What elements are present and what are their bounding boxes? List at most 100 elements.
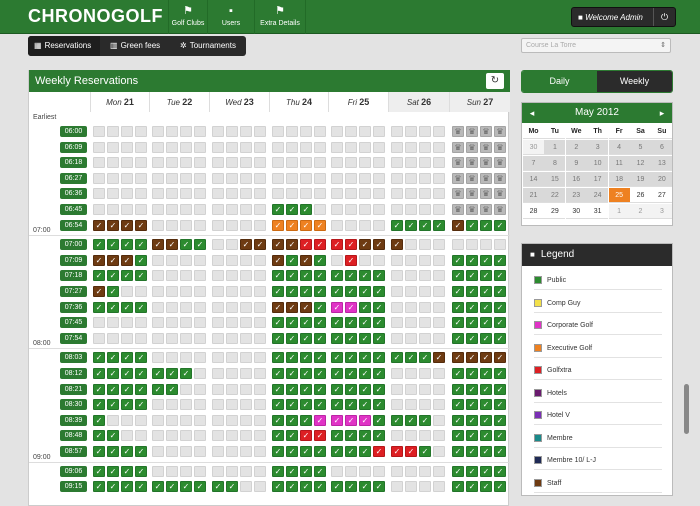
blocked-slot[interactable]: ♛ [494,157,506,169]
open-slot[interactable] [180,126,192,137]
booked-slot[interactable]: ✓ [300,414,312,426]
open-slot[interactable] [419,188,431,200]
booked-slot[interactable]: ✓ [466,270,478,282]
open-slot[interactable] [419,270,431,282]
booked-slot[interactable]: ✓ [272,368,284,379]
booked-slot[interactable]: ✓ [314,465,326,477]
booked-slot[interactable]: ✓ [300,352,312,364]
open-slot[interactable] [212,204,224,215]
open-slot[interactable] [194,126,206,137]
open-slot[interactable] [240,188,252,200]
booked-slot[interactable]: ✓ [107,430,119,442]
calendar-day[interactable]: 26 [630,188,651,203]
open-slot[interactable] [240,383,252,395]
calendar-day[interactable]: 21 [523,188,544,203]
open-slot[interactable] [226,188,238,200]
open-slot[interactable] [121,332,133,344]
open-slot[interactable] [240,141,252,153]
user-menu[interactable]: ■ Welcome Admin ⏻ [571,7,676,27]
open-slot[interactable] [93,172,105,184]
calendar-day[interactable]: 7 [523,156,544,171]
open-slot[interactable] [405,254,417,266]
open-slot[interactable] [135,332,147,344]
booked-slot[interactable]: ✓ [93,383,105,395]
booked-slot[interactable]: ✓ [345,399,357,411]
open-slot[interactable] [391,204,403,215]
booked-slot[interactable]: ✓ [300,219,312,231]
open-slot[interactable] [107,157,119,169]
booked-slot[interactable]: ✓ [314,399,326,411]
open-slot[interactable] [121,430,133,442]
open-slot[interactable] [331,157,343,169]
open-slot[interactable] [240,481,252,493]
open-slot[interactable] [226,254,238,266]
weekly-view-button[interactable]: Weekly [597,71,672,92]
open-slot[interactable] [180,204,192,215]
booked-slot[interactable]: ✓ [314,446,326,457]
blocked-slot[interactable]: ♛ [466,172,478,184]
open-slot[interactable] [373,204,385,215]
booked-slot[interactable]: ✓ [107,270,119,282]
open-slot[interactable] [466,239,478,251]
open-slot[interactable] [240,172,252,184]
open-slot[interactable] [152,254,164,266]
blocked-slot[interactable]: ♛ [452,188,464,200]
booked-slot[interactable]: ✓ [314,219,326,231]
booked-slot[interactable]: ✓ [107,481,119,493]
open-slot[interactable] [405,239,417,251]
open-slot[interactable] [433,465,445,477]
booked-slot[interactable]: ✓ [419,446,431,457]
open-slot[interactable] [135,126,147,137]
open-slot[interactable] [405,141,417,153]
booked-slot[interactable]: ✓ [466,414,478,426]
open-slot[interactable] [166,352,178,364]
tee-time-label[interactable]: 06:36 [60,188,87,200]
booked-slot[interactable]: ✓ [466,465,478,477]
booked-slot[interactable]: ✓ [373,317,385,329]
booked-slot[interactable]: ✓ [272,352,284,364]
open-slot[interactable] [135,172,147,184]
open-slot[interactable] [419,368,431,379]
open-slot[interactable] [135,204,147,215]
booked-slot[interactable]: ✓ [121,239,133,251]
calendar-day[interactable]: 1 [544,140,566,155]
booked-slot[interactable]: ✓ [480,430,492,442]
open-slot[interactable] [226,157,238,169]
open-slot[interactable] [433,141,445,153]
booked-slot[interactable]: ✓ [272,430,284,442]
booked-slot[interactable]: ✓ [286,383,298,395]
booked-slot[interactable]: ✓ [359,399,371,411]
booked-slot[interactable]: ✓ [494,399,506,411]
chevron-left-icon[interactable]: ◂ [524,103,540,123]
booked-slot[interactable]: ✓ [286,465,298,477]
open-slot[interactable] [300,141,312,153]
open-slot[interactable] [240,219,252,231]
booked-slot[interactable]: ✓ [466,219,478,231]
booked-slot[interactable]: ✓ [314,352,326,364]
booked-slot[interactable]: ✓ [373,239,385,251]
open-slot[interactable] [314,188,326,200]
open-slot[interactable] [226,414,238,426]
booked-slot[interactable]: ✓ [466,430,478,442]
open-slot[interactable] [373,465,385,477]
day-header-wed[interactable]: Wed 23 [209,92,269,112]
open-slot[interactable] [433,368,445,379]
booked-slot[interactable]: ✓ [314,239,326,251]
open-slot[interactable] [212,332,224,344]
open-slot[interactable] [166,204,178,215]
nav-extra-details[interactable]: ⚑ Extra Details [254,0,306,34]
open-slot[interactable] [419,332,431,344]
open-slot[interactable] [226,332,238,344]
open-slot[interactable] [180,219,192,231]
open-slot[interactable] [212,286,224,297]
booked-slot[interactable]: ✓ [314,317,326,329]
booked-slot[interactable]: ✓ [466,383,478,395]
open-slot[interactable] [331,219,343,231]
day-header-thu[interactable]: Thu 24 [269,92,328,112]
booked-slot[interactable]: ✓ [331,414,343,426]
open-slot[interactable] [240,270,252,282]
booked-slot[interactable]: ✓ [314,414,326,426]
open-slot[interactable] [194,446,206,457]
blocked-slot[interactable]: ♛ [494,204,506,215]
calendar-day[interactable]: 19 [630,172,651,187]
